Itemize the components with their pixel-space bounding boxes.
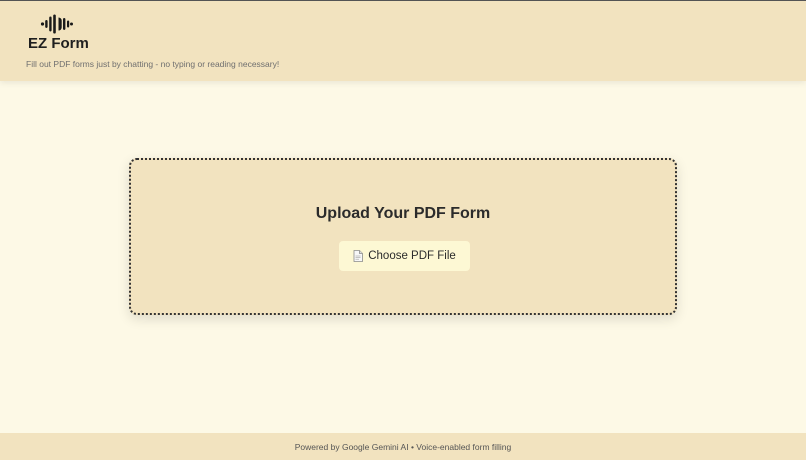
app-page: EZ Form Fill out PDF forms just by chatt… bbox=[0, 0, 806, 460]
footer-text: Powered by Google Gemini AI • Voice-enab… bbox=[294, 441, 512, 452]
upload-title: Upload Your PDF Form bbox=[315, 205, 491, 222]
choose-pdf-button[interactable]: Choose PDF File bbox=[339, 241, 470, 271]
app-header: EZ Form Fill out PDF forms just by chatt… bbox=[0, 1, 806, 81]
app-tagline: Fill out PDF forms just by chatting - no… bbox=[26, 59, 280, 69]
upload-dropzone[interactable]: Upload Your PDF Form Choose PDF File bbox=[129, 158, 677, 315]
voice-wave-icon bbox=[40, 14, 73, 34]
app-title: EZ Form bbox=[28, 35, 89, 52]
app-footer: Powered by Google Gemini AI • Voice-enab… bbox=[0, 433, 806, 460]
file-icon bbox=[353, 250, 364, 262]
choose-pdf-label: Choose PDF File bbox=[368, 250, 456, 262]
